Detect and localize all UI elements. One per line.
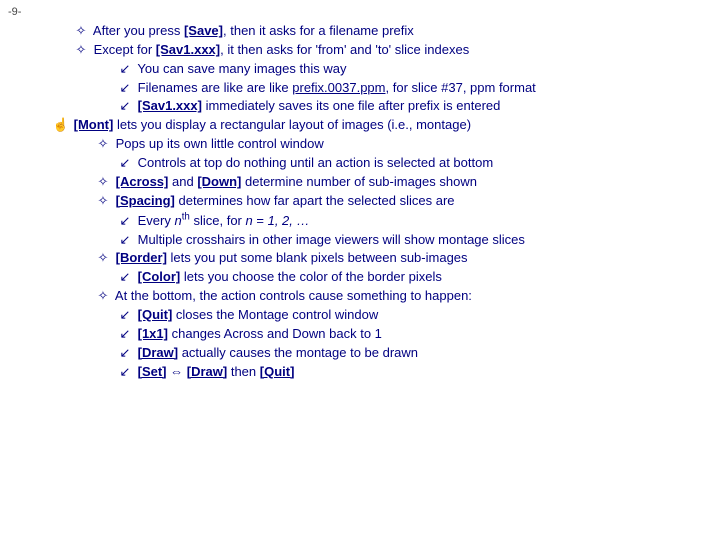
arrow-icon: ↙ xyxy=(116,363,134,382)
diamond-icon: ✧ xyxy=(72,41,90,60)
diamond-icon: ✧ xyxy=(94,287,112,306)
line-text: Controls at top do nothing until an acti… xyxy=(138,155,494,170)
line-text: Every nth slice, for n = 1, 2, … xyxy=(138,213,310,228)
page-number: -9- xyxy=(8,6,21,18)
arrow-icon: ↙ xyxy=(116,268,134,287)
line-text: [Spacing] determines how far apart the s… xyxy=(116,193,455,208)
line-text: [Color] lets you choose the color of the… xyxy=(138,269,442,284)
content: ✧ After you press [Save], then it asks f… xyxy=(72,22,690,381)
line-text: [Quit] closes the Montage control window xyxy=(138,307,379,322)
line-text: Except for [Sav1.xxx], it then asks for … xyxy=(94,42,470,57)
line-text: [Set] ⇔ [Draw] then [Quit] xyxy=(138,364,295,379)
line-text: After you press [Save], then it asks for… xyxy=(93,23,414,38)
line-text: [Draw] actually causes the montage to be… xyxy=(138,345,418,360)
arrow-icon: ↙ xyxy=(116,231,134,250)
arrow-icon: ↙ xyxy=(116,79,134,98)
arrow-icon: ↙ xyxy=(116,344,134,363)
line-text: At the bottom, the action controls cause… xyxy=(115,288,472,303)
line-text: [Sav1.xxx] immediately saves its one fil… xyxy=(138,98,501,113)
arrow-icon: ↙ xyxy=(116,60,134,79)
hand-icon: ☝ xyxy=(52,116,70,135)
line-text: [Border] lets you put some blank pixels … xyxy=(116,250,468,265)
arrow-icon: ↙ xyxy=(116,154,134,173)
diamond-icon: ✧ xyxy=(94,173,112,192)
arrow-icon: ↙ xyxy=(116,306,134,325)
line-text: [Mont] lets you display a rectangular la… xyxy=(74,117,471,132)
arrow-icon: ↙ xyxy=(116,325,134,344)
line-text: [1x1] changes Across and Down back to 1 xyxy=(138,326,382,341)
line-text: Filenames are like are like prefix.0037.… xyxy=(138,80,536,95)
line-text: Multiple crosshairs in other image viewe… xyxy=(138,232,525,247)
diamond-icon: ✧ xyxy=(94,249,112,268)
arrow-icon: ↙ xyxy=(116,97,134,116)
diamond-icon: ✧ xyxy=(94,135,112,154)
arrow-icon: ↙ xyxy=(116,212,134,231)
diamond-icon: ✧ xyxy=(72,22,90,41)
line-text: Pops up its own little control window xyxy=(116,136,324,151)
line-text: [Across] and [Down] determine number of … xyxy=(116,174,477,189)
diamond-icon: ✧ xyxy=(94,192,112,211)
line-text: You can save many images this way xyxy=(137,61,346,76)
